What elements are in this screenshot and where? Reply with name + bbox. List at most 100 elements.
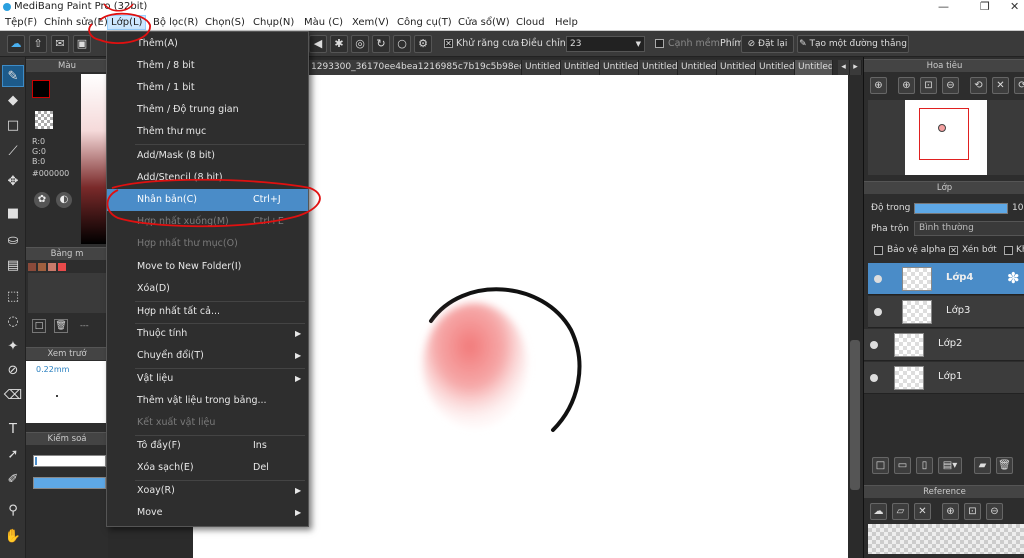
text-tool-icon[interactable]: T	[2, 419, 24, 441]
menu-item-add-material[interactable]: Thêm vật liệu trong bảng...	[107, 390, 308, 412]
arrow-left-icon[interactable]: ◀	[309, 35, 327, 53]
menu-item-add-stencil[interactable]: Add/Stencil (8 bit)	[107, 167, 308, 189]
minimize-button[interactable]: —	[938, 0, 949, 14]
menu-tools[interactable]: Công cụ(T)	[394, 15, 455, 30]
gear-icon[interactable]: ⚙	[414, 35, 432, 53]
divide-tool-icon[interactable]: ✐	[2, 469, 24, 491]
hand-tool-icon[interactable]: ✋	[2, 526, 24, 548]
color-wheel-icon[interactable]: ◐	[56, 192, 72, 208]
fit-icon[interactable]: ⊡	[964, 503, 981, 520]
navigator-preview[interactable]	[868, 100, 1024, 175]
new-8bit-layer-icon[interactable]: ▭	[894, 457, 911, 474]
gradient-tool-icon[interactable]: ▤	[2, 255, 24, 277]
menu-item-add-halftone[interactable]: Thêm / Độ trung gian	[107, 99, 308, 121]
menu-item-fill[interactable]: Tô đầy(F) Ins	[107, 435, 308, 457]
menu-item-duplicate[interactable]: Nhân bản(C) Ctrl+J	[107, 189, 308, 211]
menu-filter[interactable]: Bộ lọc(R)	[150, 15, 201, 30]
tab-untitled[interactable]: Untitled	[717, 60, 756, 75]
comment-icon[interactable]: ✉	[51, 35, 69, 53]
select-eraser-tool-icon[interactable]: ⌫	[2, 385, 24, 407]
rect-select-tool-icon[interactable]: ⬚	[2, 286, 24, 308]
fill-rect-tool-icon[interactable]: ■	[2, 203, 24, 225]
concentric-icon[interactable]: ◎	[351, 35, 369, 53]
menu-select[interactable]: Chọn(S)	[202, 15, 248, 30]
menu-item-move-to-new-folder[interactable]: Move to New Folder(I)	[107, 256, 308, 278]
tab-untitled[interactable]: Untitled	[522, 60, 561, 75]
menu-item-material[interactable]: Vật liệu ▶	[107, 368, 308, 390]
line-tool-icon[interactable]: ⟋	[2, 141, 24, 163]
menu-capture[interactable]: Chụp(N)	[250, 15, 297, 30]
close-button[interactable]: ✕	[1010, 0, 1019, 14]
zoom-in-icon[interactable]: ⊕	[870, 77, 887, 94]
menu-item-merge-all[interactable]: Hợp nhất tất cả...	[107, 301, 308, 323]
maximize-button[interactable]: ❐	[980, 0, 990, 14]
tab-untitled[interactable]: Untitled	[561, 60, 600, 75]
menu-item-clear[interactable]: Xóa sạch(E) Del	[107, 457, 308, 479]
lasso-tool-icon[interactable]: ◌	[2, 311, 24, 333]
palette-icon[interactable]: ✿	[34, 192, 50, 208]
menu-item-merge-folder[interactable]: Hợp nhất thư mục(O)	[107, 233, 308, 255]
menu-layer[interactable]: Lớp(L)	[107, 15, 147, 30]
menu-color[interactable]: Màu (C)	[301, 15, 346, 30]
add-layer-menu-icon[interactable]: ▤▾	[938, 457, 962, 474]
window-icon[interactable]: ▣	[73, 35, 91, 53]
tab-scroll-left-icon[interactable]: ◂	[838, 60, 850, 75]
layer-row[interactable]: Lớp4 ✽	[868, 263, 1024, 295]
opacity-slider[interactable]	[33, 477, 106, 489]
menu-item-add[interactable]: Thêm(A)	[107, 33, 308, 55]
tab-untitled[interactable]: Untitled	[639, 60, 678, 75]
transparent-swatch[interactable]	[35, 111, 53, 129]
zoom-out-icon[interactable]: ⊖	[986, 503, 1003, 520]
delete-layer-icon[interactable]: 🗑	[996, 457, 1013, 474]
protect-alpha-checkbox[interactable]	[874, 246, 883, 255]
clipping-checkbox[interactable]: ✕	[949, 246, 958, 255]
menu-item-add-mask[interactable]: Add/Mask (8 bit)	[107, 145, 308, 167]
menu-window[interactable]: Cửa sổ(W)	[455, 15, 513, 30]
upload-icon[interactable]: ⇧	[29, 35, 47, 53]
smooth-checkbox[interactable]	[655, 39, 664, 48]
menu-help[interactable]: Help	[552, 15, 581, 30]
menu-item-add-folder[interactable]: Thêm thư mục	[107, 121, 308, 143]
eyedropper-tool-icon[interactable]: ⚲	[2, 500, 24, 522]
sparkle-icon[interactable]: ✱	[330, 35, 348, 53]
eraser-tool-icon[interactable]: ◆	[2, 90, 24, 112]
layer-row[interactable]: Lớp2	[864, 329, 1024, 361]
rotate-left-icon[interactable]: ⟲	[970, 77, 987, 94]
magic-wand-tool-icon[interactable]: ✦	[2, 336, 24, 358]
move-tool-icon[interactable]: ✥	[2, 171, 24, 193]
menu-item-properties[interactable]: Thuộc tính ▶	[107, 323, 308, 345]
curve-icon[interactable]: ↻	[372, 35, 390, 53]
tab-scroll-right-icon[interactable]: ▸	[850, 60, 862, 75]
menu-item-move[interactable]: Move ▶	[107, 502, 308, 524]
lock-checkbox[interactable]	[1004, 246, 1013, 255]
new-layer-icon[interactable]: □	[872, 457, 889, 474]
menu-file[interactable]: Tệp(F)	[2, 15, 40, 30]
delete-palette-icon[interactable]: 🗑	[54, 319, 68, 333]
foreground-color-swatch[interactable]	[32, 80, 50, 98]
navigator-viewport[interactable]	[919, 108, 969, 160]
new-1bit-layer-icon[interactable]: ▯	[916, 457, 933, 474]
cloud-upload-icon[interactable]: ☁	[870, 503, 887, 520]
antialias-checkbox[interactable]: ✕	[444, 39, 453, 48]
eye-icon[interactable]	[870, 374, 878, 382]
correction-select[interactable]: 23 ▼	[566, 36, 645, 52]
layer-row[interactable]: Lớp3	[868, 296, 1024, 328]
folder-icon[interactable]: ▰	[974, 457, 991, 474]
layer-row[interactable]: Lớp1	[864, 362, 1024, 394]
fit-icon[interactable]: ⊡	[920, 77, 937, 94]
menu-item-export-material[interactable]: Kết xuất vật liệu	[107, 412, 308, 434]
menu-item-add-8bit[interactable]: Thêm / 8 bit	[107, 55, 308, 77]
bucket-tool-icon[interactable]: ⛀	[2, 230, 24, 252]
tab-untitled-active[interactable]: Untitled	[795, 60, 833, 75]
menu-view[interactable]: Xem(V)	[349, 15, 392, 30]
tab-untitled[interactable]: Untitled	[600, 60, 639, 75]
eye-icon[interactable]	[870, 341, 878, 349]
tab-untitled[interactable]: Untitled	[756, 60, 795, 75]
palette-swatch[interactable]	[48, 263, 56, 271]
menu-item-delete[interactable]: Xóa(D)	[107, 278, 308, 300]
eye-icon[interactable]	[874, 275, 882, 283]
menu-item-add-1bit[interactable]: Thêm / 1 bit	[107, 77, 308, 99]
create-line-button[interactable]: ✎ Tạo một đường thẳng	[797, 35, 909, 53]
brush-size-slider[interactable]	[33, 455, 106, 467]
eye-icon[interactable]	[874, 308, 882, 316]
